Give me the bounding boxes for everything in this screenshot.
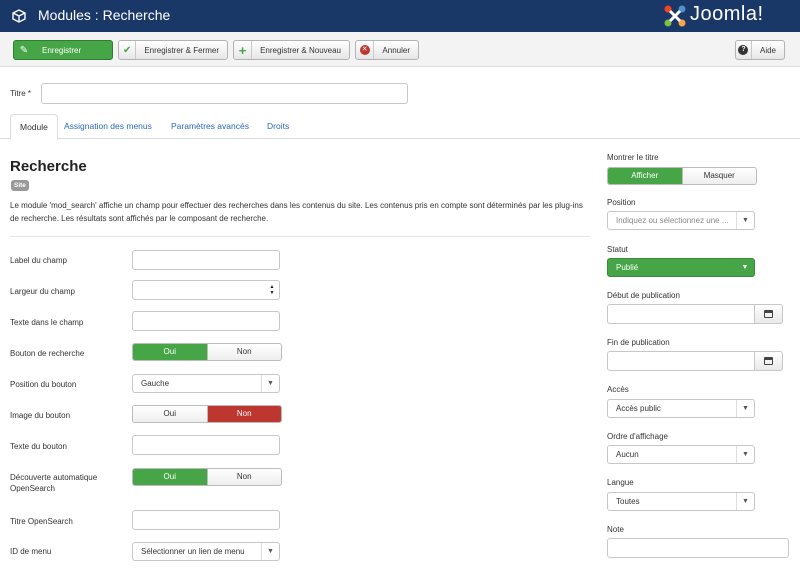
save-close-button[interactable]: ✔ Enregistrer & Fermer	[118, 40, 228, 60]
search-button-no[interactable]: Non	[206, 344, 281, 360]
tab-menu-assignment[interactable]: Assignation des menus	[55, 114, 161, 139]
show-title-toggle: Afficher Masquer	[607, 167, 757, 185]
search-button-toggle: Oui Non	[132, 343, 282, 361]
cube-icon	[12, 9, 26, 23]
calendar-icon	[764, 310, 773, 318]
button-image-toggle: Oui Non	[132, 405, 282, 423]
chevron-down-icon: ▼	[741, 264, 749, 271]
toolbar: ✎ Enregistrer ✔ Enregistrer & Fermer + E…	[0, 32, 800, 67]
button-position-select[interactable]: Gauche ▼	[132, 374, 280, 393]
check-icon: ✔	[119, 41, 137, 59]
tab-module[interactable]: Module	[10, 114, 58, 140]
note-label: Note	[607, 525, 624, 534]
tab-permissions[interactable]: Droits	[258, 114, 298, 139]
order-select[interactable]: Aucun ▼	[607, 445, 755, 464]
publish-end-label: Fin de publication	[607, 338, 670, 347]
chevron-down-icon: ▼	[736, 446, 754, 463]
button-position-label: Position du bouton	[10, 380, 77, 389]
text-field-label: Texte dans le champ	[10, 318, 84, 327]
cancel-icon: ✕	[356, 41, 375, 59]
search-button-label: Bouton de recherche	[10, 349, 85, 358]
page-title: Modules : Recherche	[38, 7, 171, 23]
status-label: Statut	[607, 245, 628, 254]
access-select[interactable]: Accès public ▼	[607, 399, 755, 418]
joomla-logo-icon	[664, 5, 686, 27]
chevron-down-icon: ▼	[261, 543, 279, 560]
button-image-label: Image du bouton	[10, 411, 71, 420]
plus-icon: +	[234, 41, 253, 59]
module-description: Le module 'mod_search' affiche un champ …	[10, 201, 583, 223]
publish-start-calendar-button[interactable]	[754, 304, 783, 324]
save-new-button[interactable]: + Enregistrer & Nouveau	[233, 40, 350, 60]
opensearch-title-label: Titre OpenSearch	[10, 517, 73, 526]
module-heading: Recherche	[10, 158, 87, 175]
button-text-input[interactable]	[132, 435, 280, 455]
language-label: Langue	[607, 478, 634, 487]
title-label: Titre *	[10, 89, 32, 98]
tab-bar: Module Assignation des menus Paramètres …	[0, 114, 800, 140]
status-select[interactable]: Publié ▼	[607, 258, 755, 277]
position-select[interactable]: Indiquez ou sélectionnez une ... ▼	[607, 211, 755, 230]
show-title-label: Montrer le titre	[607, 153, 659, 162]
menu-id-label: ID de menu	[10, 547, 52, 556]
label-field-label: Label du champ	[10, 256, 67, 265]
button-image-no[interactable]: Non	[206, 406, 281, 422]
note-input[interactable]	[607, 538, 789, 558]
calendar-icon	[764, 357, 773, 365]
menu-id-select[interactable]: Sélectionner un lien de menu ▼	[132, 542, 280, 561]
button-image-yes[interactable]: Oui	[133, 406, 207, 422]
joomla-logo-text: Joomla!	[690, 3, 764, 25]
site-badge: Site	[11, 180, 29, 191]
divider	[10, 236, 590, 237]
text-field-input[interactable]	[132, 311, 280, 331]
publish-end-input[interactable]	[607, 351, 755, 371]
show-title-hide[interactable]: Masquer	[681, 168, 756, 184]
language-select[interactable]: Toutes ▼	[607, 492, 755, 511]
chevron-down-icon: ▼	[736, 212, 754, 229]
opensearch-title-input[interactable]	[132, 510, 280, 530]
width-field-input[interactable]: ▲ ▼	[132, 280, 280, 300]
position-label: Position	[607, 198, 636, 207]
button-text-label: Texte du bouton	[10, 442, 67, 451]
chevron-down-icon: ▼	[261, 375, 279, 392]
tab-advanced[interactable]: Paramètres avancés	[162, 114, 258, 139]
opensearch-auto-label: Découverte automatique OpenSearch	[10, 473, 98, 493]
save-button[interactable]: ✎ Enregistrer	[13, 40, 113, 60]
chevron-down-icon: ▼	[736, 400, 754, 417]
order-label: Ordre d'affichage	[607, 432, 668, 441]
search-button-yes[interactable]: Oui	[133, 344, 207, 360]
opensearch-auto-no[interactable]: Non	[206, 469, 281, 485]
opensearch-auto-toggle: Oui Non	[132, 468, 282, 486]
help-button[interactable]: ? Aide	[735, 40, 785, 60]
help-icon: ?	[736, 41, 752, 59]
edit-icon: ✎	[19, 44, 29, 56]
width-field-label: Largeur du champ	[10, 287, 75, 296]
title-input[interactable]	[41, 83, 408, 104]
number-stepper-icon[interactable]: ▲ ▼	[268, 283, 276, 297]
access-label: Accès	[607, 385, 629, 394]
show-title-show[interactable]: Afficher	[608, 168, 682, 184]
cancel-button[interactable]: ✕ Annuler	[355, 40, 419, 60]
publish-start-label: Début de publication	[607, 291, 680, 300]
opensearch-auto-yes[interactable]: Oui	[133, 469, 207, 485]
label-field-input[interactable]	[132, 250, 280, 270]
app-header: Modules : Recherche Joomla!	[0, 0, 800, 32]
publish-end-calendar-button[interactable]	[754, 351, 783, 371]
chevron-down-icon: ▼	[736, 493, 754, 510]
publish-start-input[interactable]	[607, 304, 755, 324]
